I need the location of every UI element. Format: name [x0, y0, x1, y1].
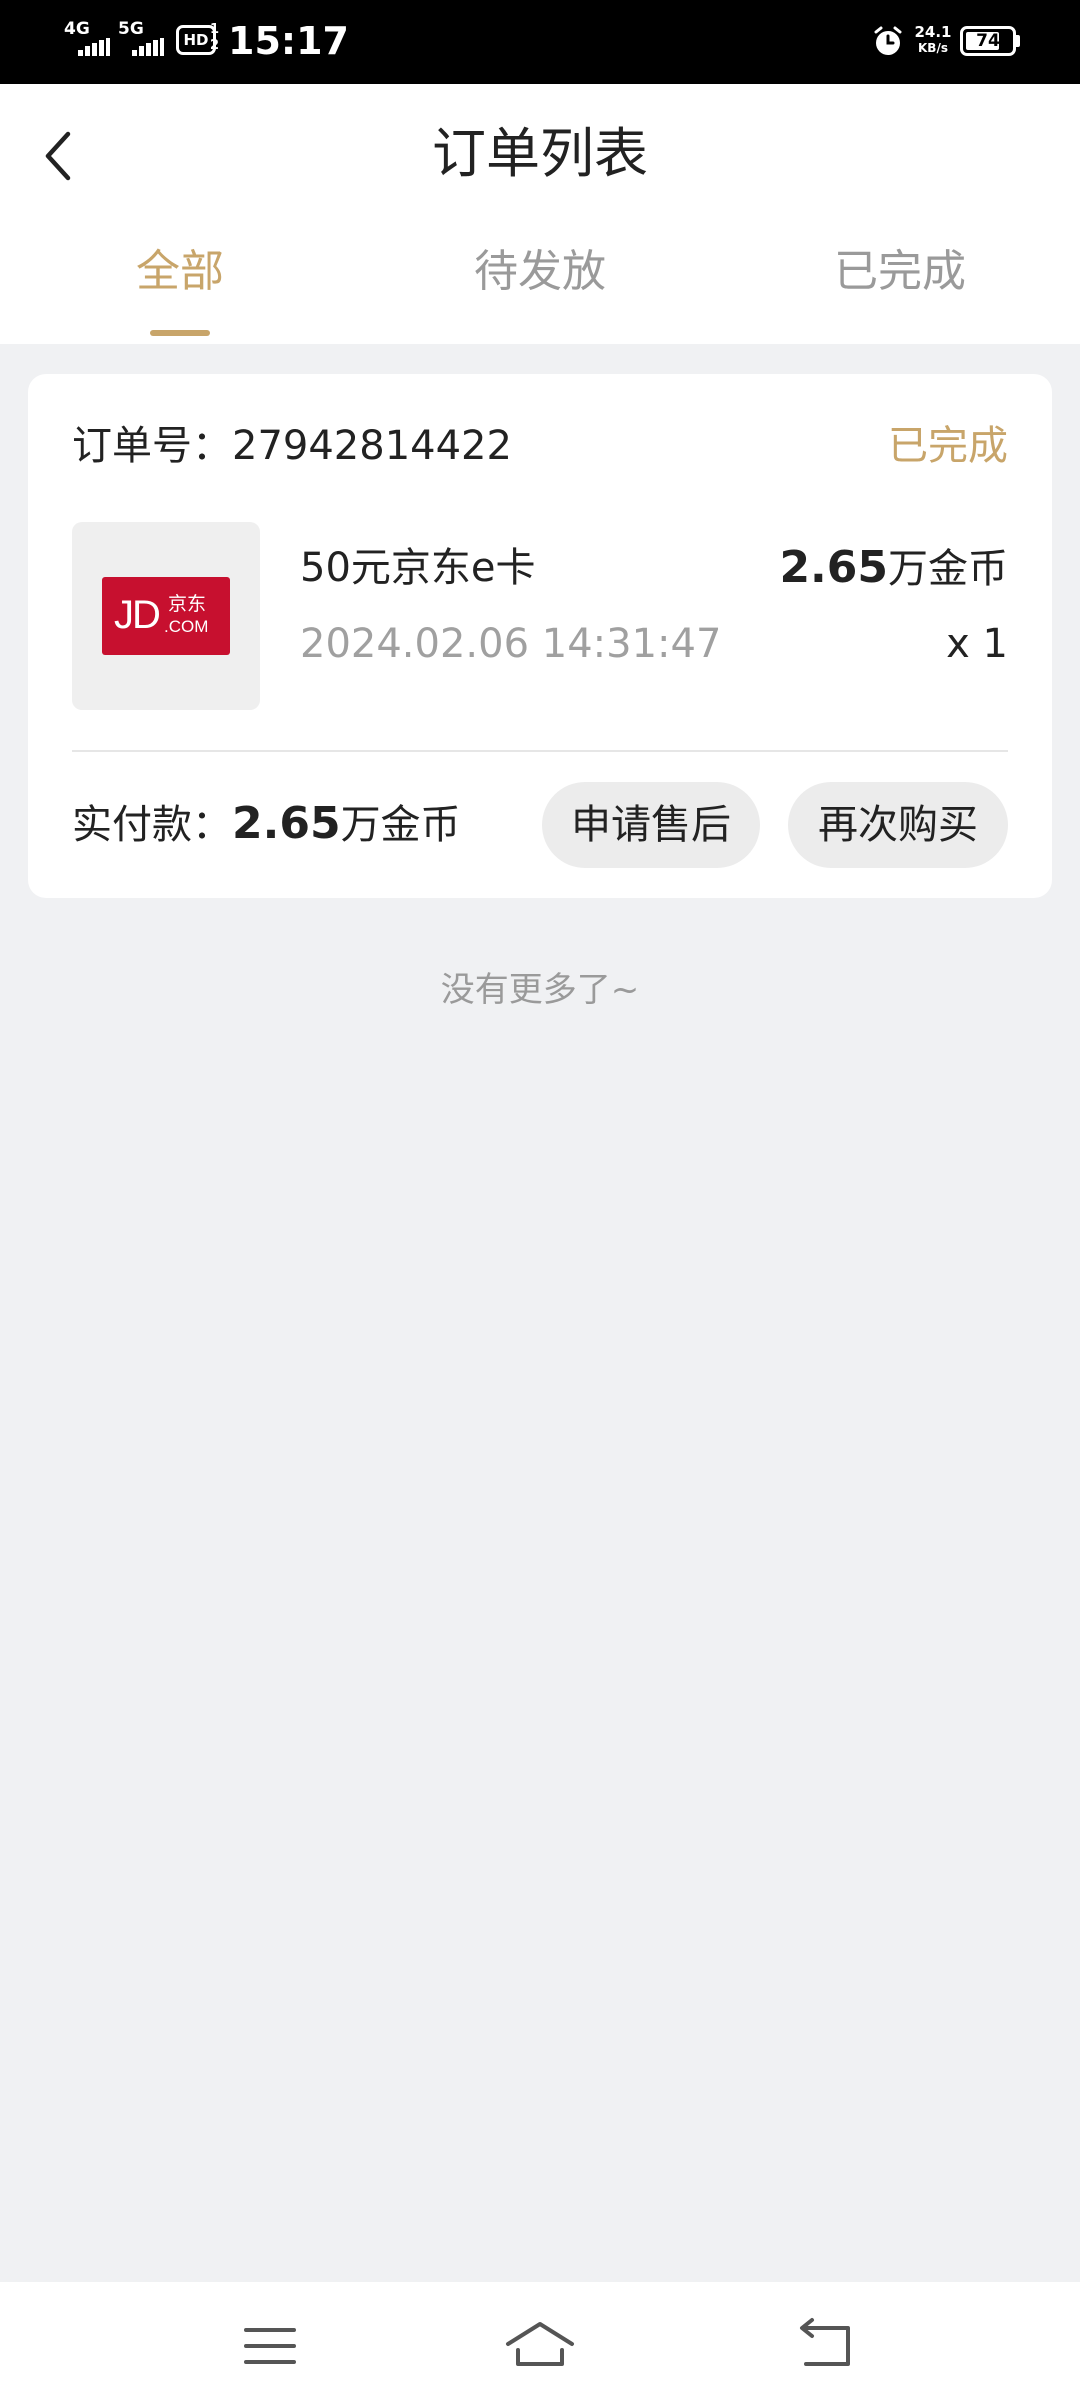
status-bar: 4G 5G HD 1 2 15:17 24.1 KB/s 74 — [0, 0, 1080, 84]
price-value: 2.65 — [779, 542, 888, 593]
signal-icon: 5G — [118, 20, 168, 60]
tab-all[interactable]: 全部 — [0, 234, 360, 344]
apply-after-sale-button[interactable]: 申请售后 — [542, 782, 760, 868]
paid-label: 实付款： — [72, 802, 232, 848]
product-price: 2.65万金币 — [779, 540, 1008, 597]
menu-icon — [244, 2328, 296, 2364]
jd-logo-cn: 京东 — [168, 593, 207, 615]
price-unit: 万金币 — [888, 546, 1008, 592]
signal-icon: 4G — [64, 20, 110, 60]
sim1-network-label: 4G — [64, 19, 90, 39]
tab-indicator — [150, 330, 210, 336]
back-nav-button[interactable] — [786, 2306, 866, 2386]
paid-unit: 万金币 — [340, 802, 461, 848]
no-more-text: 没有更多了~ — [440, 970, 640, 1010]
hd-label: HD — [183, 31, 209, 49]
clock: 15:17 — [228, 19, 349, 63]
paid-value: 2.65 — [232, 798, 341, 849]
order-status: 已完成 — [888, 423, 1008, 469]
order-card[interactable]: 订单号：27942814422 已完成 JD 京东 .COM 50元京东e卡 2… — [28, 374, 1052, 898]
order-number: 订单号：27942814422 — [72, 423, 512, 469]
header: 订单列表 全部 待发放 已完成 — [0, 84, 1080, 344]
speed-value: 24.1 — [914, 23, 952, 41]
jd-logo-com: .COM — [164, 617, 209, 636]
page-title: 订单列表 — [432, 122, 648, 185]
divider — [72, 750, 1008, 752]
tab-pending[interactable]: 待发放 — [360, 234, 720, 344]
speed-unit: KB/s — [918, 41, 948, 55]
product-thumbnail[interactable]: JD 京东 .COM — [72, 522, 260, 710]
product-name: 50元京东e卡 — [300, 545, 536, 591]
alarm-icon — [874, 26, 902, 55]
network-speed: 24.1 KB/s — [910, 24, 956, 56]
product-quantity: x 1 — [946, 621, 1008, 667]
jd-logo-text: JD — [114, 593, 161, 637]
sim2-network-label: 5G — [118, 19, 144, 39]
battery-tip — [1016, 35, 1020, 47]
buy-again-button[interactable]: 再次购买 — [788, 782, 1008, 868]
paid-amount: 实付款：2.65万金币 — [72, 794, 461, 855]
system-navbar — [0, 2282, 1080, 2408]
home-button[interactable] — [500, 2306, 580, 2386]
order-time: 2024.02.06 14:31:47 — [300, 621, 722, 667]
back-icon — [800, 2318, 850, 2366]
home-icon — [506, 2322, 574, 2366]
tab-completed[interactable]: 已完成 — [720, 234, 1080, 344]
hd-sim-label: 1 2 — [210, 22, 220, 53]
menu-button[interactable] — [230, 2306, 310, 2386]
battery-level: 74 — [976, 31, 1000, 51]
battery-icon: 74 — [960, 26, 1016, 56]
jd-logo: JD 京东 .COM — [102, 577, 230, 655]
